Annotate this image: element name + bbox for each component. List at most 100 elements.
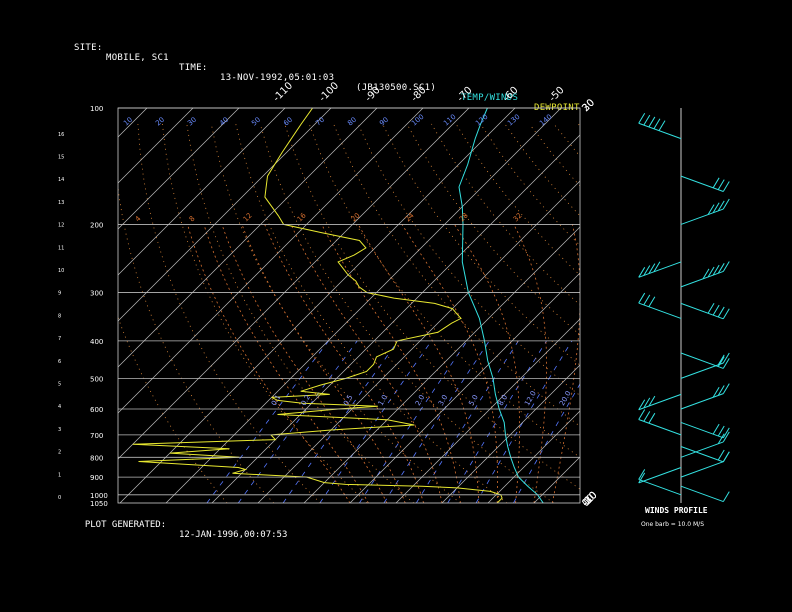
wind-barb <box>680 352 730 369</box>
dry-adiabat-label: 120 <box>474 113 489 128</box>
wind-barb <box>680 198 730 225</box>
isotherm <box>441 364 580 503</box>
moist-adiabat-label: 8 <box>188 215 197 224</box>
dry-adiabat-label: 20 <box>154 116 166 128</box>
isotherm <box>118 108 240 230</box>
pressure-tick-label: 800 <box>90 454 103 462</box>
wind-barb <box>638 409 682 436</box>
mixing-ratio-label: 1.0 <box>377 394 389 408</box>
wind-barb-flag <box>648 116 656 128</box>
mixing-ratio-label: 0.1 <box>270 394 282 408</box>
height-tick-label: 2 <box>58 450 61 456</box>
moist-adiabat-label: 32 <box>512 211 524 223</box>
wind-barb-flag <box>648 296 656 308</box>
wind-barb-flag <box>712 304 720 316</box>
pressure-tick-label: 300 <box>90 290 103 298</box>
mixing-ratio-line <box>475 340 573 503</box>
dry-adiabat <box>357 123 580 397</box>
height-tick-label: 9 <box>58 291 61 297</box>
skewed-temp-label: 30 <box>580 97 597 114</box>
wind-barb-shaft <box>638 302 682 319</box>
dry-adiabat <box>333 123 580 427</box>
dry-adiabat-label: 40 <box>218 116 230 128</box>
dry-adiabat <box>603 124 792 503</box>
dry-adiabat <box>308 123 580 458</box>
wind-barb-shaft <box>680 485 724 503</box>
dry-adiabat <box>553 123 580 157</box>
moist-adiabat-label: 16 <box>296 211 308 223</box>
wind-barb <box>680 302 730 320</box>
mixing-ratio-line <box>447 340 547 503</box>
height-tick-label: 3 <box>58 427 61 433</box>
height-tick-label: 13 <box>58 200 64 206</box>
pressure-tick-label: 900 <box>90 474 103 482</box>
skewed-temp-label: -50 <box>547 85 566 104</box>
height-tick-label: 11 <box>58 245 64 251</box>
wind-barb <box>638 112 682 140</box>
wind-barb-flag <box>653 118 661 130</box>
dry-adiabat <box>235 123 508 503</box>
pressure-tick-label: 1000 <box>90 492 108 500</box>
wind-barb-shaft <box>638 419 682 436</box>
dry-adiabat <box>406 123 580 336</box>
dry-adiabat-label: 110 <box>442 113 457 128</box>
wind-barb-flag <box>722 491 730 502</box>
height-tick-label: 16 <box>58 132 64 138</box>
wind-barb-flag <box>722 383 730 394</box>
skewed-temp-label: -70 <box>455 85 474 104</box>
wind-barb <box>680 421 730 439</box>
wind-barb-shaft <box>680 441 724 458</box>
wind-barb-flag <box>717 306 725 318</box>
wind-barb-flag <box>722 181 730 192</box>
wind-panel-title: WINDS PROFILE <box>645 506 708 515</box>
dry-adiabat <box>118 184 274 503</box>
wind-barb <box>638 292 682 319</box>
dry-adiabat <box>118 316 228 503</box>
wind-barb-flag <box>717 356 725 367</box>
dry-adiabat-label: 140 <box>538 113 553 128</box>
plot-area <box>0 108 792 503</box>
moist-adiabat-label: 20 <box>350 211 362 223</box>
plot-generated: PLOT GENERATED: 12-JAN-1996,00:07:53 <box>74 510 288 540</box>
dry-adiabat <box>577 123 580 127</box>
wind-barb-flag <box>722 451 730 462</box>
dry-adiabat <box>210 123 461 503</box>
pressure-tick-label: 1050 <box>90 500 108 508</box>
height-tick-label: 5 <box>58 381 61 387</box>
height-tick-label: 12 <box>58 223 64 229</box>
height-tick-label: 10 <box>58 268 64 274</box>
dry-adiabat-label: 50 <box>250 116 262 128</box>
dry-adiabat-label: 70 <box>314 116 326 128</box>
skewed-temp-label: -100 <box>317 80 341 104</box>
wind-barb-flag <box>638 112 646 124</box>
wind-barb <box>680 485 730 503</box>
mixing-ratio-line <box>513 383 580 503</box>
skewed-temp-label: -90 <box>363 85 382 104</box>
dry-adiabat <box>186 123 414 503</box>
wind-barb-flag <box>638 409 646 420</box>
wind-barb-shaft <box>680 446 724 463</box>
height-tick-label: 14 <box>58 177 64 183</box>
wind-barb-shaft <box>638 261 682 278</box>
moist-adiabat <box>187 224 351 503</box>
dry-adiabat <box>529 123 580 187</box>
mixing-ratio-label: 5.0 <box>467 394 479 408</box>
wind-barb-flag <box>643 114 651 126</box>
wind-barb-shaft <box>638 478 682 496</box>
dry-adiabat-label: 10 <box>122 116 134 128</box>
height-tick-label: 7 <box>58 336 61 342</box>
wind-barb-flag <box>722 352 730 364</box>
isotherm <box>0 108 101 503</box>
dry-adiabat-label: 80 <box>346 116 358 128</box>
wind-barb-flag <box>712 423 720 435</box>
wind-barb <box>638 261 682 278</box>
wind-barb <box>680 352 730 379</box>
dry-adiabat <box>504 123 580 217</box>
skewed-temp-label: -80 <box>409 85 428 104</box>
wind-barb-shaft <box>680 175 724 192</box>
isotherm <box>118 108 194 184</box>
skewed-temp-label: -110 <box>271 80 295 104</box>
height-tick-label: 15 <box>58 154 64 160</box>
isotherm <box>533 456 580 503</box>
pressure-tick-label: 500 <box>90 375 103 383</box>
